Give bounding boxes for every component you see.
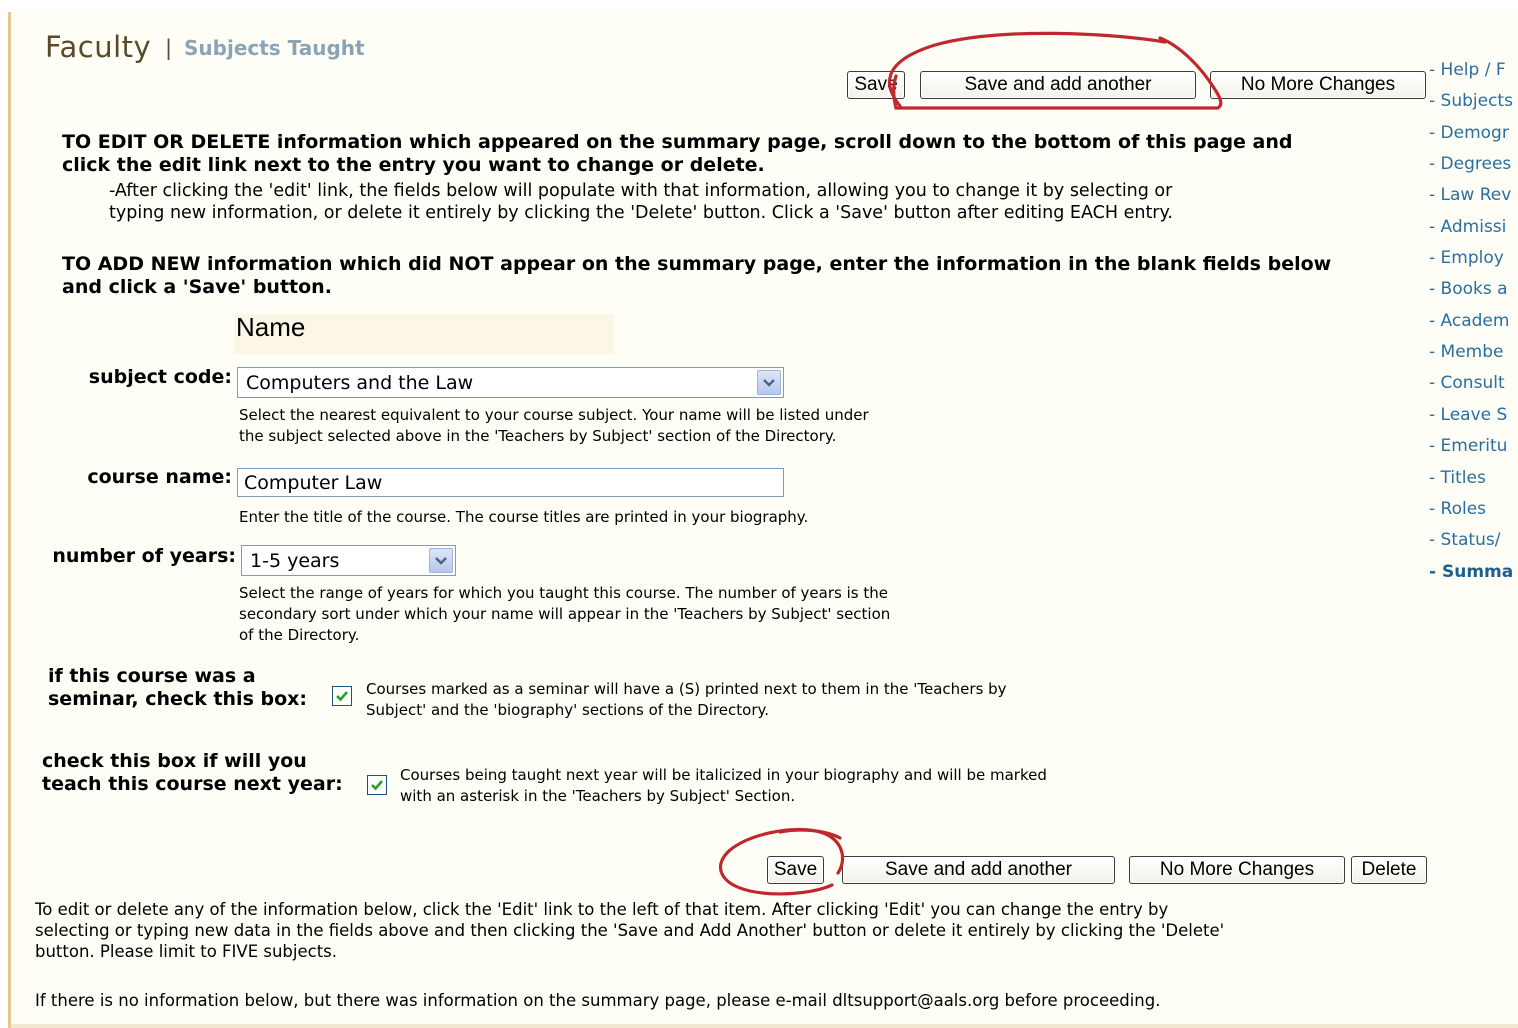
footer-line: To edit or delete any of the information… bbox=[35, 900, 1169, 919]
add-instructions: TO ADD NEW information which did NOT app… bbox=[62, 253, 1331, 299]
number-of-years-help: Select the range of years for which you … bbox=[239, 583, 890, 646]
top-save-button[interactable]: Save bbox=[847, 71, 905, 99]
checkmark-icon bbox=[371, 780, 383, 791]
next-year-label-line: check this box if will you bbox=[42, 750, 307, 772]
bottom-border bbox=[11, 1024, 1518, 1028]
number-of-years-label: number of years: bbox=[52, 545, 236, 567]
top-strip bbox=[0, 0, 1518, 12]
edit-heading-line: click the edit link next to the entry yo… bbox=[62, 154, 765, 176]
top-no-more-changes-button[interactable]: No More Changes bbox=[1210, 71, 1426, 99]
sidebar-item-law-review[interactable]: - Law Rev bbox=[1429, 185, 1511, 205]
sidebar-item-summary[interactable]: - Summa bbox=[1429, 562, 1513, 582]
sidebar-item-demographics[interactable]: - Demogr bbox=[1429, 123, 1509, 143]
subject-code-label: subject code: bbox=[88, 366, 232, 388]
course-name-help: Enter the title of the course. The cours… bbox=[239, 508, 809, 526]
number-of-years-value: 1-5 years bbox=[250, 549, 340, 572]
subject-code-help: Select the nearest equivalent to your co… bbox=[239, 405, 869, 447]
seminar-help: Courses marked as a seminar will have a … bbox=[366, 679, 1007, 721]
chevron-down-icon[interactable] bbox=[757, 370, 781, 395]
help-line: secondary sort under which your name wil… bbox=[239, 605, 891, 623]
course-name-input[interactable]: Computer Law bbox=[237, 468, 784, 497]
sidebar-item-subjects[interactable]: - Subjects bbox=[1429, 91, 1513, 111]
checkmark-icon bbox=[336, 691, 348, 702]
sidebar-item-status[interactable]: - Status/ bbox=[1429, 530, 1500, 550]
help-line: with an asterisk in the 'Teachers by Sub… bbox=[400, 787, 796, 805]
edit-detail: -After clicking the 'edit' link, the fie… bbox=[109, 180, 1173, 224]
edit-detail-line: -After clicking the 'edit' link, the fie… bbox=[109, 181, 1173, 201]
edit-detail-line: typing new information, or delete it ent… bbox=[109, 203, 1173, 223]
add-heading-line: TO ADD NEW information which did NOT app… bbox=[62, 253, 1332, 275]
help-line: of the Directory. bbox=[239, 626, 360, 644]
help-line: Courses marked as a seminar will have a … bbox=[366, 680, 1007, 698]
seminar-checkbox[interactable] bbox=[332, 686, 352, 706]
footer-line: button. Please limit to FIVE subjects. bbox=[35, 942, 338, 961]
help-line: Courses being taught next year will be i… bbox=[400, 766, 1047, 784]
sidebar-item-titles[interactable]: - Titles bbox=[1429, 468, 1486, 488]
subject-code-select[interactable]: Computers and the Law bbox=[237, 367, 784, 398]
next-year-label-line: teach this course next year: bbox=[42, 773, 343, 795]
next-year-label: check this box if will you teach this co… bbox=[42, 750, 343, 796]
page-subtitle: Subjects Taught bbox=[184, 36, 365, 60]
chevron-down-icon[interactable] bbox=[429, 548, 453, 573]
footer-instructions: To edit or delete any of the information… bbox=[35, 899, 1224, 962]
sidebar-item-academic[interactable]: - Academ bbox=[1429, 311, 1509, 331]
help-line: Subject' and the 'biography' sections of… bbox=[366, 701, 769, 719]
help-line: Select the range of years for which you … bbox=[239, 584, 888, 602]
sidebar-item-admissions[interactable]: - Admissi bbox=[1429, 217, 1506, 237]
bottom-no-more-changes-button[interactable]: No More Changes bbox=[1129, 856, 1345, 884]
sidebar-item-emeritus[interactable]: - Emeritu bbox=[1429, 436, 1507, 456]
sidebar-item-memberships[interactable]: - Membe bbox=[1429, 342, 1503, 362]
next-year-help: Courses being taught next year will be i… bbox=[400, 765, 1047, 807]
name-section-label: Name bbox=[236, 312, 306, 342]
bottom-save-and-add-another-button[interactable]: Save and add another bbox=[842, 856, 1115, 884]
edit-heading-line: TO EDIT OR DELETE information which appe… bbox=[62, 131, 1293, 153]
sidebar-item-books[interactable]: - Books a bbox=[1429, 279, 1508, 299]
seminar-label-line: seminar, check this box: bbox=[48, 688, 308, 710]
page-title: Faculty bbox=[45, 30, 152, 64]
top-save-and-add-another-button[interactable]: Save and add another bbox=[920, 71, 1196, 99]
bottom-save-button[interactable]: Save bbox=[767, 856, 824, 884]
seminar-label: if this course was a seminar, check this… bbox=[48, 665, 307, 711]
bottom-delete-button[interactable]: Delete bbox=[1351, 856, 1427, 884]
footer-line: selecting or typing new data in the fiel… bbox=[35, 921, 1225, 940]
next-year-checkbox[interactable] bbox=[367, 775, 387, 795]
edit-instructions: TO EDIT OR DELETE information which appe… bbox=[62, 131, 1293, 177]
title-separator: | bbox=[165, 36, 173, 60]
subject-code-value: Computers and the Law bbox=[246, 371, 474, 394]
seminar-label-line: if this course was a bbox=[48, 665, 256, 687]
course-name-label: course name: bbox=[87, 466, 232, 488]
help-line: Select the nearest equivalent to your co… bbox=[239, 406, 869, 424]
number-of-years-select[interactable]: 1-5 years bbox=[241, 545, 456, 576]
sidebar-item-leave[interactable]: - Leave S bbox=[1429, 405, 1507, 425]
sidebar-item-consulting[interactable]: - Consult bbox=[1429, 373, 1505, 393]
sidebar-item-roles[interactable]: - Roles bbox=[1429, 499, 1486, 519]
help-line: the subject selected above in the 'Teach… bbox=[239, 427, 837, 445]
sidebar-item-help[interactable]: - Help / F bbox=[1429, 60, 1506, 80]
footer-note: If there is no information below, but th… bbox=[35, 991, 1161, 1010]
add-heading-line: and click a 'Save' button. bbox=[62, 276, 332, 298]
sidebar-item-employment[interactable]: - Employ bbox=[1429, 248, 1504, 268]
sidebar-item-degrees[interactable]: - Degrees bbox=[1429, 154, 1511, 174]
